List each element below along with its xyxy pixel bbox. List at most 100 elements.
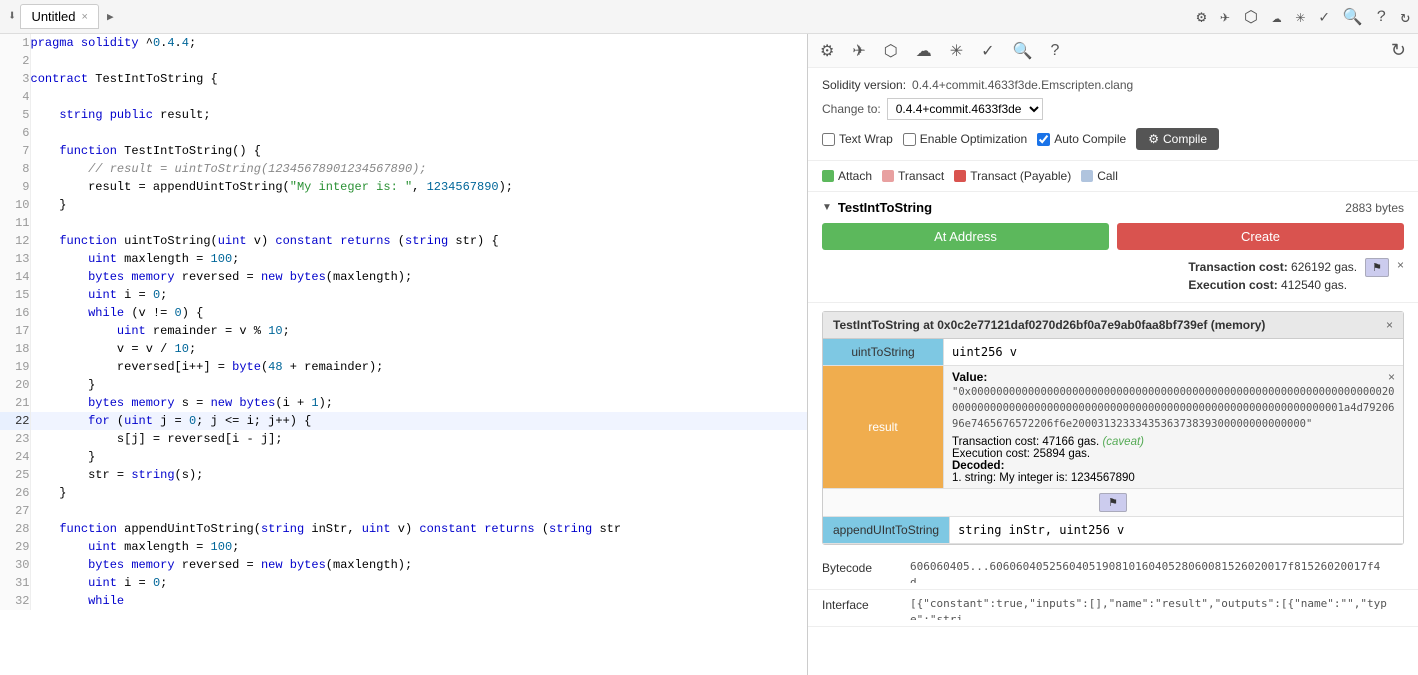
deployed-close-icon[interactable]: × [1386,318,1393,332]
expand-icon[interactable]: ▶ [107,10,114,24]
line-number: 1 [0,34,30,52]
code-content[interactable]: bytes memory reversed = new bytes(maxlen… [30,268,807,286]
r-cloud-icon[interactable]: ☁ [916,41,932,61]
check-icon[interactable]: ✓ [1319,7,1329,27]
code-content[interactable]: pragma solidity ^0.4.4; [30,34,807,52]
line-number: 13 [0,250,30,268]
call-dot [1081,170,1093,182]
main-area: 1 pragma solidity ^0.4.4; 2 3 contract T… [0,34,1418,675]
code-content[interactable]: function uintToString(uint v) constant r… [30,232,807,250]
code-line-31: 31 uint i = 0; [0,574,807,592]
autocompile-option[interactable]: Auto Compile [1037,132,1126,146]
r-sync-icon[interactable]: ↻ [1391,40,1406,61]
code-line-28: 28 function appendUintToString(string in… [0,520,807,538]
code-content[interactable]: for (uint j = 0; j <= i; j++) { [30,412,807,430]
code-content[interactable]: str = string(s); [30,466,807,484]
r-send-icon[interactable]: ✈ [852,41,865,61]
enableopt-checkbox[interactable] [903,133,916,146]
uinttostring-input[interactable] [943,339,1403,365]
code-table: 1 pragma solidity ^0.4.4; 2 3 contract T… [0,34,807,610]
code-content[interactable]: uint remainder = v % 10; [30,322,807,340]
r-check-icon[interactable]: ✓ [981,41,994,61]
code-content[interactable]: bytes memory reversed = new bytes(maxlen… [30,556,807,574]
code-content[interactable]: uint i = 0; [30,286,807,304]
settings-icon[interactable]: ⚙ [1197,7,1207,27]
collapse-triangle[interactable]: ▼ [822,202,832,213]
line-number: 6 [0,124,30,142]
code-content[interactable] [30,502,807,520]
code-content[interactable]: reversed[i++] = byte(48 + remainder); [30,358,807,376]
untitled-tab[interactable]: Untitled × [20,4,99,29]
code-content[interactable]: v = v / 10; [30,340,807,358]
line-number: 14 [0,268,30,286]
r-help-icon[interactable]: ? [1050,42,1059,60]
code-content[interactable]: s[j] = reversed[i - j]; [30,430,807,448]
autocompile-checkbox[interactable] [1037,133,1050,146]
code-content[interactable]: while (v != 0) { [30,304,807,322]
tab-close-icon[interactable]: × [82,11,88,23]
cost-close-icon[interactable]: × [1397,258,1404,272]
r-cube-icon[interactable]: ⬡ [884,41,898,61]
r-search-icon[interactable]: 🔍 [1013,41,1033,61]
code-content[interactable]: } [30,376,807,394]
change-label: Change to: [822,102,881,116]
help-icon[interactable]: ? [1377,8,1387,26]
code-line-25: 25 str = string(s); [0,466,807,484]
code-content[interactable]: uint i = 0; [30,574,807,592]
code-content[interactable]: result = appendUintToString("My integer … [30,178,807,196]
legend-call: Call [1081,169,1118,183]
code-content[interactable]: function TestIntToString() { [30,142,807,160]
code-content[interactable]: bytes memory s = new bytes(i + 1); [30,394,807,412]
code-line-14: 14 bytes memory reversed = new bytes(max… [0,268,807,286]
code-content[interactable]: } [30,484,807,502]
search-icon[interactable]: 🔍 [1343,7,1363,27]
deployed-section: TestIntToString at 0x0c2e77121daf0270d26… [822,311,1404,545]
bug-icon[interactable]: ✳ [1296,7,1306,27]
r-bug-icon[interactable]: ✳ [950,41,963,61]
code-content[interactable] [30,124,807,142]
result-button[interactable]: result [823,366,943,488]
code-content[interactable]: function appendUintToString(string inStr… [30,520,807,538]
line-number: 32 [0,592,30,610]
contract-buttons: At Address Create [822,223,1404,250]
clipboard-button[interactable]: ⚑ [1099,493,1127,512]
bytecode-row: Bytecode 606060405...6060604052560405190… [808,553,1418,590]
value-close-icon[interactable]: × [1388,370,1395,384]
at-address-button[interactable]: At Address [822,223,1109,250]
compile-button[interactable]: ⚙ Compile [1136,128,1219,150]
download-icon[interactable]: ⬇ [8,8,16,25]
appenduinttostring-button[interactable]: appendUIntToString [823,517,949,543]
code-content[interactable]: while [30,592,807,610]
cloud-icon[interactable]: ☁ [1272,7,1282,27]
code-content[interactable]: } [30,448,807,466]
code-line-22: 22 for (uint j = 0; j <= i; j++) { [0,412,807,430]
sync-icon[interactable]: ↻ [1400,7,1410,27]
code-content[interactable]: uint maxlength = 100; [30,538,807,556]
code-content[interactable]: } [30,196,807,214]
code-line-4: 4 [0,88,807,106]
r-settings-icon[interactable]: ⚙ [820,41,834,61]
code-content[interactable]: string public result; [30,106,807,124]
version-select[interactable]: 0.4.4+commit.4633f3de [887,98,1043,120]
code-line-11: 11 [0,214,807,232]
line-number: 8 [0,160,30,178]
create-button[interactable]: Create [1117,223,1404,250]
editor-pane[interactable]: 1 pragma solidity ^0.4.4; 2 3 contract T… [0,34,808,675]
interface-label: Interface [822,596,902,612]
textwrap-option[interactable]: Text Wrap [822,132,893,146]
textwrap-checkbox[interactable] [822,133,835,146]
code-content[interactable]: // result = uintToString(123456789012345… [30,160,807,178]
code-content[interactable] [30,88,807,106]
code-content[interactable] [30,214,807,232]
code-content[interactable]: contract TestIntToString { [30,70,807,88]
code-content[interactable]: uint maxlength = 100; [30,250,807,268]
contract-section: ▼ TestIntToString 2883 bytes At Address … [808,192,1418,303]
send-icon[interactable]: ✈ [1220,7,1230,27]
uinttostring-button[interactable]: uintToString [823,339,943,365]
line-number: 2 [0,52,30,70]
copy-button[interactable]: ⚑ [1365,258,1389,277]
appenduinttostring-input[interactable] [949,517,1403,543]
enableopt-option[interactable]: Enable Optimization [903,132,1027,146]
cube-icon[interactable]: ⬡ [1244,7,1258,27]
code-content[interactable] [30,52,807,70]
